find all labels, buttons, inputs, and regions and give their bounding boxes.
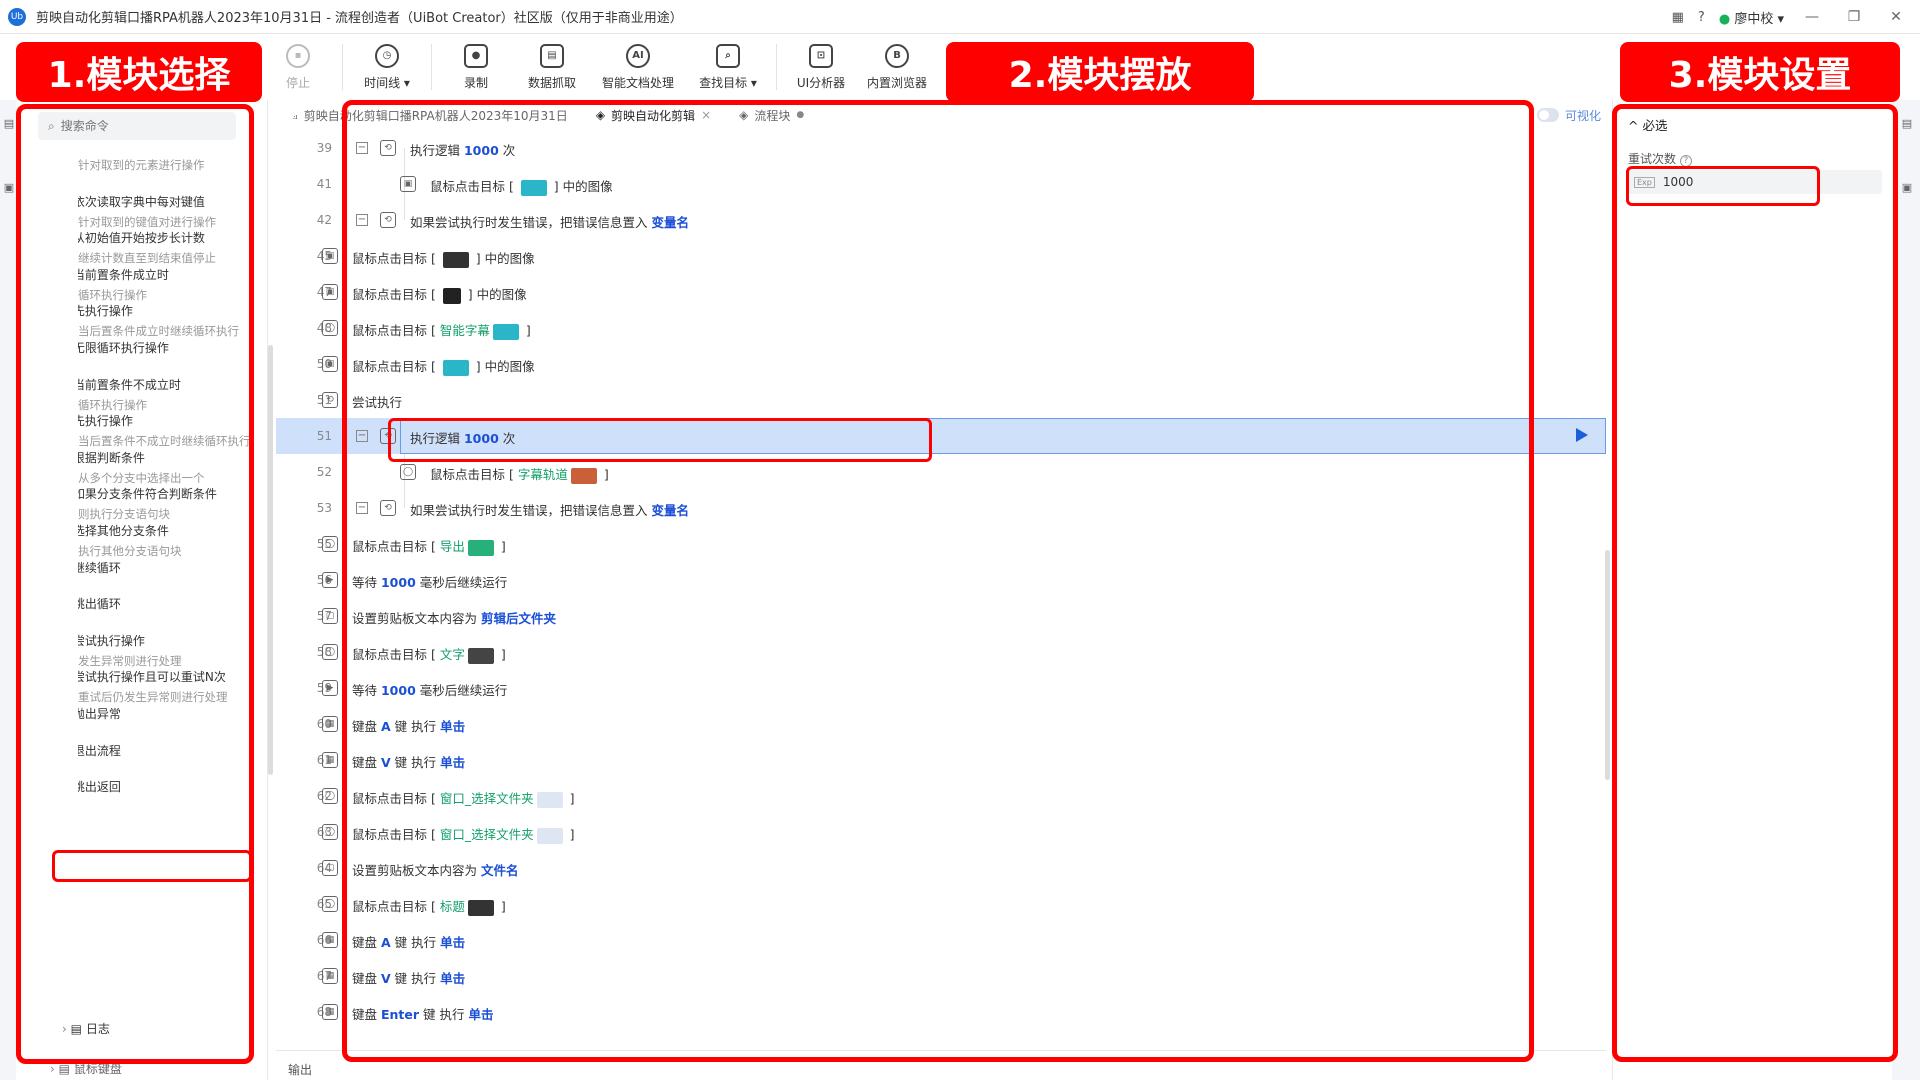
mouse-icon: ◯ <box>322 824 338 840</box>
clipboard-icon: ▢ <box>322 860 338 876</box>
left-scrollbar[interactable] <box>268 345 273 775</box>
keyboard-icon: ▤ <box>58 1062 70 1076</box>
annotation-banner-1: 1.模块选择 <box>16 42 262 102</box>
line-number: 41 <box>316 177 332 191</box>
user-status[interactable]: ● 廖中校 ▾ <box>1719 8 1784 27</box>
line-number: 53 <box>316 501 332 515</box>
highlight-retry-field <box>1626 166 1820 206</box>
keyboard-icon: ▦ <box>322 932 338 948</box>
mouse-icon: ◯ <box>322 320 338 336</box>
side-tab-icon[interactable]: ▤ <box>2 118 16 130</box>
restore-icon[interactable]: ❐ <box>1840 9 1868 25</box>
left-side-strip <box>0 100 16 1080</box>
ui-analyzer-button[interactable]: ⊡ UI分析器 <box>783 34 859 100</box>
stop-button[interactable]: ▪ 停止 <box>260 34 336 100</box>
variables-tab-icon[interactable]: ▣ <box>1900 182 1914 194</box>
data-scrape-button[interactable]: ▤ 数据抓取 <box>514 34 590 100</box>
annotation-box-module-settings <box>1612 104 1898 1062</box>
line-number: 51 <box>316 429 332 443</box>
record-button[interactable]: ● 录制 <box>438 34 514 100</box>
minimize-icon[interactable]: — <box>1798 9 1826 25</box>
image-icon: ▣ <box>322 248 338 264</box>
visualize-toggle[interactable]: 可视化 <box>1537 104 1601 126</box>
record-icon: ● <box>464 43 488 68</box>
app-logo-icon: Ub <box>8 7 26 26</box>
image-icon: ▣ <box>322 284 338 300</box>
find-target-icon: ⌕ <box>716 43 740 68</box>
annotation-banner-2: 2.模块摆放 <box>946 42 1254 102</box>
mouse-icon: ◯ <box>322 644 338 660</box>
window-title: 剪映自动化剪辑口播RPA机器人2023年10月31日 - 流程创造者（UiBot… <box>36 11 683 26</box>
flowchart-icon: ⟓ <box>292 107 298 122</box>
highlight-selected-row <box>388 418 932 462</box>
ai-doc-button[interactable]: AI 智能文档处理 <box>590 34 686 100</box>
mouse-icon: ◯ <box>322 536 338 552</box>
grid-icon[interactable]: ▦ <box>1672 10 1684 25</box>
chevron-right-icon: › <box>50 1062 55 1076</box>
wait-icon: ▶ <box>322 572 338 588</box>
keyboard-icon: ▦ <box>322 1004 338 1020</box>
title-bar: Ub 剪映自动化剪辑口播RPA机器人2023年10月31日 - 流程创造者（Ui… <box>0 0 1920 34</box>
data-scrape-icon: ▤ <box>540 43 564 68</box>
user-name: 廖中校 <box>1734 11 1774 27</box>
clock-icon: ◷ <box>375 43 399 68</box>
loop-icon: ⟲ <box>322 392 338 408</box>
line-number: 39 <box>316 141 332 155</box>
line-number: 52 <box>316 465 332 479</box>
close-icon[interactable]: ✕ <box>1882 9 1910 25</box>
highlight-retry-command <box>52 850 252 882</box>
run-line-icon[interactable] <box>1576 428 1588 442</box>
ai-doc-icon: AI <box>626 43 650 68</box>
properties-tab-icon[interactable]: ▤ <box>1900 118 1914 130</box>
toggle-switch[interactable] <box>1537 108 1559 122</box>
editor-scrollbar[interactable] <box>1605 550 1610 780</box>
clipboard-icon: ▢ <box>322 608 338 624</box>
find-target-button[interactable]: ⌕ 查找目标 ▾ <box>686 34 770 100</box>
browser-icon: B <box>885 43 909 68</box>
timeline-button[interactable]: ◷ 时间线 ▾ <box>349 34 425 100</box>
ui-analyzer-icon: ⊡ <box>809 43 833 68</box>
browser-button[interactable]: B 内置浏览器 <box>859 34 935 100</box>
mouse-icon: ◯ <box>322 896 338 912</box>
annotation-box-module-place <box>342 100 1534 1062</box>
annotation-box-module-select <box>16 104 254 1064</box>
mouse-icon: ◯ <box>322 788 338 804</box>
line-number: 42 <box>316 213 332 227</box>
image-icon: ▣ <box>322 356 338 372</box>
keyboard-icon: ▦ <box>322 752 338 768</box>
side-tab-icon-2[interactable]: ▣ <box>2 182 16 194</box>
stop-icon: ▪ <box>286 43 310 68</box>
annotation-banner-3: 3.模块设置 <box>1620 42 1900 102</box>
keyboard-icon: ▦ <box>322 968 338 984</box>
wait-icon: ▶ <box>322 680 338 696</box>
help-icon[interactable]: ? <box>1698 10 1705 25</box>
keyboard-icon: ▦ <box>322 716 338 732</box>
